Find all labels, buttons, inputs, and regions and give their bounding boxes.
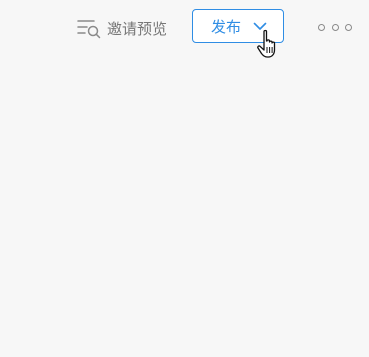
more-dot	[345, 23, 352, 31]
invite-preview-label: 邀请预览	[107, 19, 168, 38]
filter-search-icon	[77, 17, 101, 39]
chevron-down-icon	[253, 22, 267, 31]
top-toolbar: 邀请预览 发布	[0, 0, 369, 58]
more-options-button[interactable]	[318, 18, 352, 36]
publish-button[interactable]: 发布	[192, 9, 284, 43]
more-dot	[331, 23, 339, 31]
invite-preview-button[interactable]: 邀请预览	[77, 14, 167, 42]
page-root: 邀请预览 发布	[0, 0, 369, 357]
more-dot	[318, 23, 325, 31]
publish-label: 发布	[211, 17, 242, 36]
